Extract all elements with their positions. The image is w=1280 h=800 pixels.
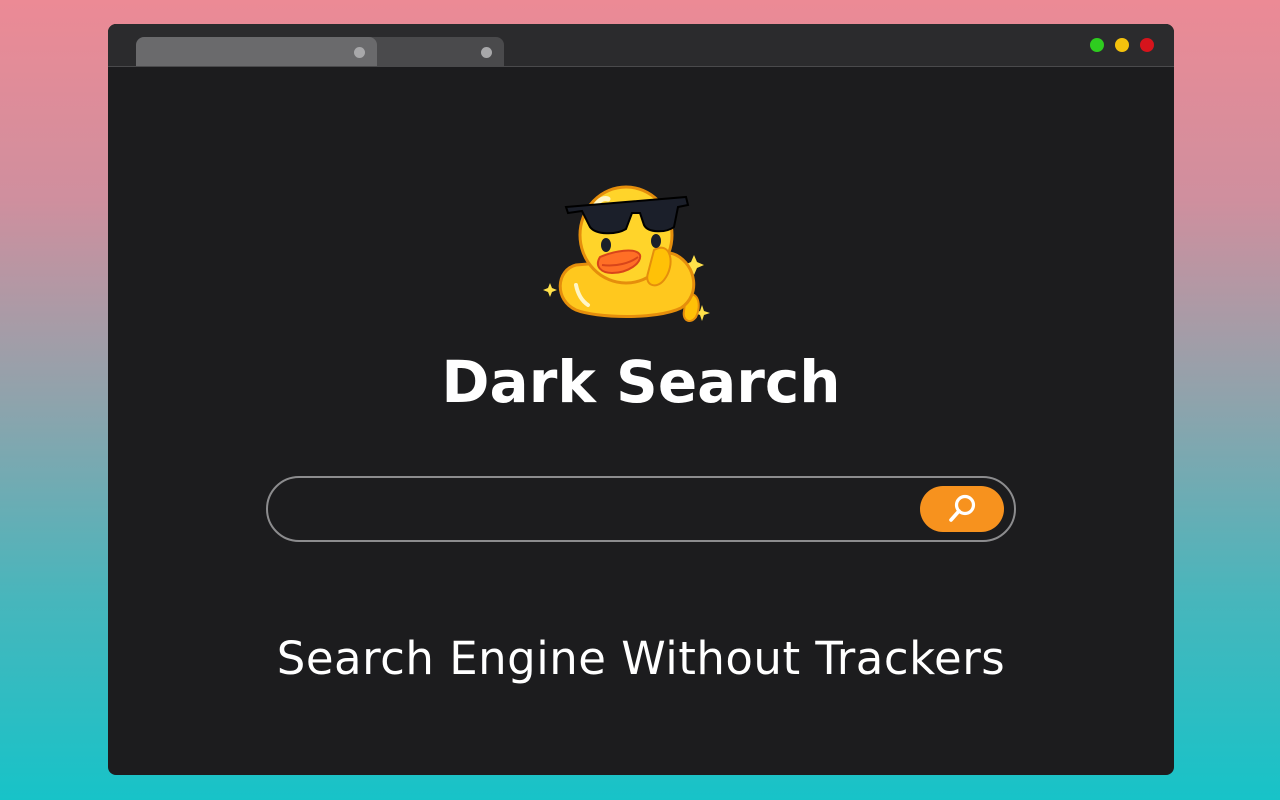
tab-close-icon[interactable] — [354, 47, 365, 58]
tab-close-icon[interactable] — [481, 47, 492, 58]
search-bar — [266, 476, 1016, 542]
browser-tab-active[interactable] — [136, 37, 377, 66]
search-button[interactable] — [920, 486, 1004, 532]
browser-window: Dark Search Search Engine Without Tracke… — [108, 24, 1174, 775]
page-content: Dark Search Search Engine Without Tracke… — [108, 67, 1174, 775]
title-bar — [108, 24, 1174, 67]
window-minimize-button[interactable] — [1115, 38, 1129, 52]
magnifier-icon — [949, 494, 976, 522]
duck-with-sunglasses-icon — [536, 155, 716, 348]
tagline: Search Engine Without Trackers — [276, 632, 1006, 685]
search-input[interactable] — [292, 488, 916, 532]
window-close-button[interactable] — [1140, 38, 1154, 52]
window-maximize-button[interactable] — [1090, 38, 1104, 52]
page-title: Dark Search — [441, 348, 841, 416]
